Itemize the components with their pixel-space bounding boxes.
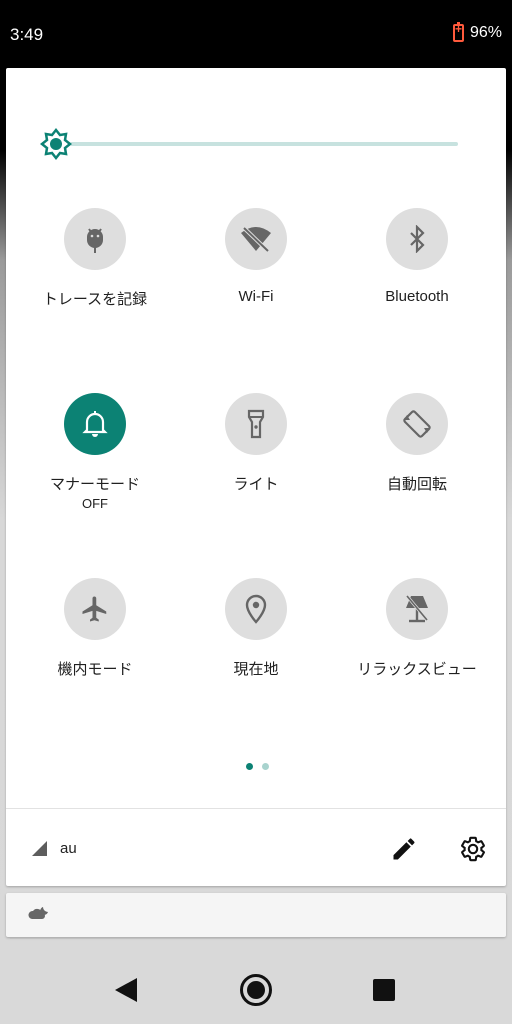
tile-label: Wi-Fi (238, 288, 274, 305)
tile-label: ライト (233, 476, 279, 493)
home-button-icon[interactable] (240, 974, 272, 1006)
status-bar: 3:49 96% (0, 0, 512, 68)
page-dot-active (246, 763, 253, 770)
brightness-track[interactable] (70, 142, 458, 146)
battery-charging-icon (452, 22, 464, 42)
background-app-content (10, 938, 310, 959)
tile-button[interactable] (64, 578, 126, 640)
signal-icon (32, 841, 47, 856)
battery-level: 96% (469, 24, 502, 41)
weather-night-icon (28, 907, 48, 919)
tile-label: トレースを記録 (42, 291, 148, 308)
tile-button[interactable] (386, 393, 448, 455)
quick-settings-footer: au (6, 808, 506, 887)
carrier-name: au (60, 840, 77, 857)
tile-label: 自動回転 (386, 476, 447, 493)
tile-relax-view[interactable]: リラックスビュー (342, 578, 492, 679)
clock: 3:49 (10, 25, 44, 44)
quick-settings-panel: トレースを記録 Wi-Fi Bluetooth マナーモード OFF ライト 自… (6, 68, 506, 886)
edit-icon[interactable] (390, 835, 418, 863)
airplane-icon (82, 596, 107, 622)
brightness-icon[interactable] (40, 128, 72, 160)
tile-label: 機内モード (57, 661, 133, 678)
tile-location[interactable]: 現在地 (181, 578, 331, 679)
brightness-slider[interactable] (40, 126, 460, 162)
bluetooth-icon (410, 225, 425, 253)
flashlight-icon (247, 409, 265, 439)
auto-rotate-icon (403, 410, 431, 438)
tile-state: OFF (82, 496, 108, 511)
battery-indicator: 96% (452, 22, 502, 42)
page-dot (262, 763, 269, 770)
tile-button[interactable] (225, 578, 287, 640)
tile-wifi[interactable]: Wi-Fi (181, 208, 331, 305)
tile-airplane-mode[interactable]: 機内モード (20, 578, 170, 679)
tile-bluetooth[interactable]: Bluetooth (342, 208, 492, 305)
page-indicator (246, 763, 269, 770)
wifi-off-icon (241, 226, 271, 253)
tile-label: リラックスビュー (357, 661, 477, 678)
tile-button[interactable] (64, 208, 126, 270)
recent-apps-button-icon[interactable] (373, 979, 395, 1001)
navigation-bar (0, 958, 512, 1024)
notification-card[interactable] (6, 893, 506, 937)
tile-label: 現在地 (233, 661, 279, 678)
tile-auto-rotate[interactable]: 自動回転 (342, 393, 492, 494)
settings-gear-icon[interactable] (459, 835, 487, 863)
tile-flashlight[interactable]: ライト (181, 393, 331, 494)
tile-label: マナーモード (49, 476, 140, 493)
back-button-icon[interactable] (115, 978, 137, 1002)
tile-trace-record[interactable]: トレースを記録 (20, 208, 170, 309)
tile-button[interactable] (386, 578, 448, 640)
bell-icon (82, 411, 108, 437)
tile-button[interactable] (225, 208, 287, 270)
tile-label: Bluetooth (385, 288, 449, 305)
location-icon (245, 594, 267, 624)
tile-button[interactable] (386, 208, 448, 270)
tile-button[interactable] (64, 393, 126, 455)
android-icon (87, 228, 103, 253)
tile-button[interactable] (225, 393, 287, 455)
relax-view-icon (405, 595, 429, 623)
tile-silent-mode[interactable]: マナーモード OFF (20, 393, 170, 511)
